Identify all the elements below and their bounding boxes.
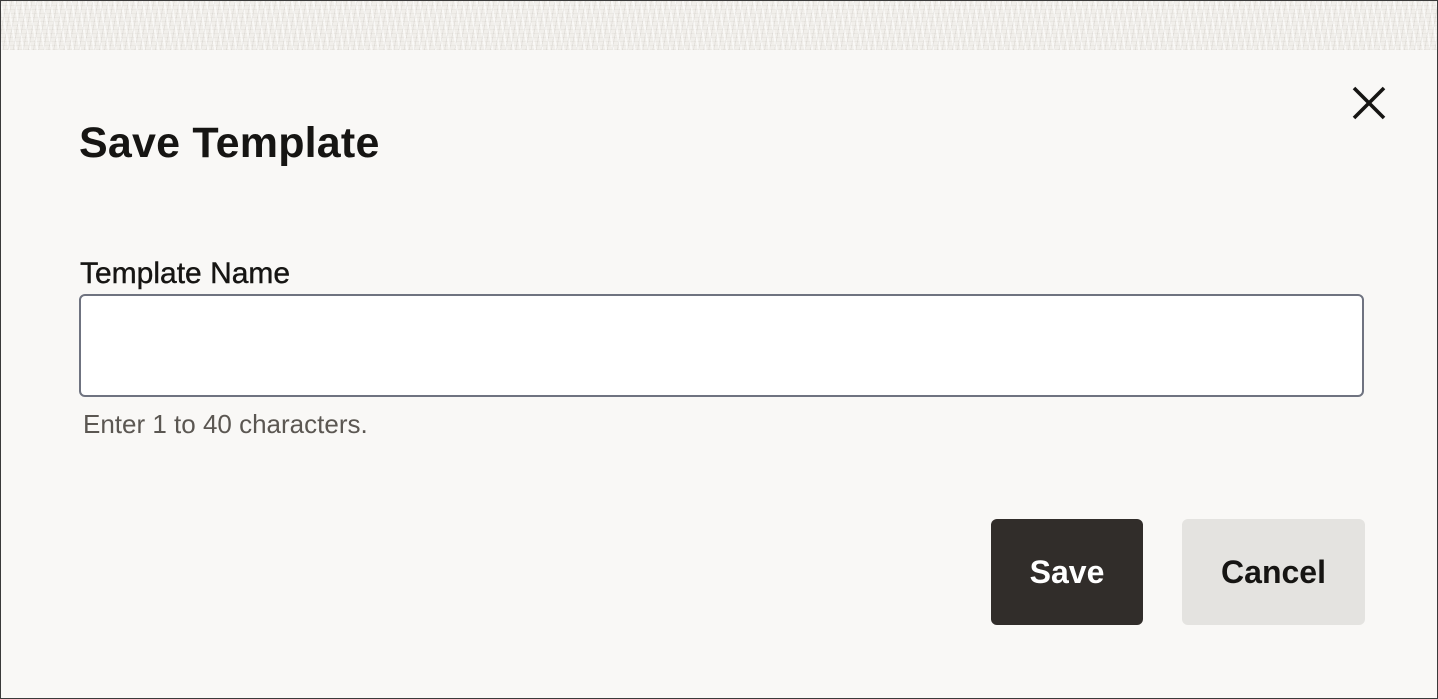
template-name-help-text: Enter 1 to 40 characters. [83,409,368,439]
template-name-input[interactable] [79,294,1364,397]
cancel-button[interactable]: Cancel [1182,519,1365,625]
background-texture [1,1,1437,50]
dialog-title: Save Template [79,119,380,167]
close-icon [1352,86,1386,120]
close-button[interactable] [1345,79,1393,127]
template-name-label: Template Name [80,257,291,290]
save-template-dialog: Save Template Template Name Enter 1 to 4… [0,0,1438,699]
save-button[interactable]: Save [991,519,1143,625]
